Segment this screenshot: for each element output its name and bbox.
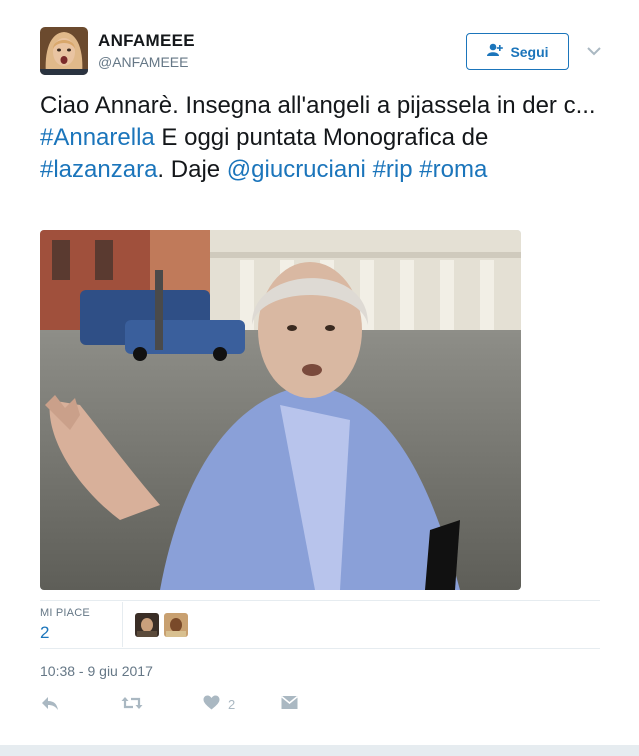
direct-message-button[interactable] xyxy=(280,694,299,714)
author-avatar[interactable] xyxy=(40,27,88,75)
likes-label: MI PIACE xyxy=(40,607,90,619)
heart-icon xyxy=(203,695,220,713)
stats-bottom-divider xyxy=(40,648,600,649)
author-handle[interactable]: @ANFAMEEE xyxy=(98,54,188,70)
tweet-link[interactable]: @giucruciani xyxy=(227,156,366,183)
tweet-text-segment: . Daje xyxy=(157,156,227,183)
tweet-text-segment xyxy=(366,156,373,183)
tweet-timestamp[interactable]: 10:38 - 9 giu 2017 xyxy=(40,663,153,679)
tweet-link[interactable]: #roma xyxy=(419,156,487,183)
chevron-down-icon[interactable] xyxy=(585,44,603,58)
tweet-text-segment: Ciao Annarè. Insegna all'angeli a pijass… xyxy=(40,92,596,119)
retweet-button[interactable] xyxy=(121,694,143,714)
follow-user-icon xyxy=(486,43,504,60)
stats-separator xyxy=(122,602,123,647)
tweet-link[interactable]: #Annarella xyxy=(40,124,155,151)
reply-icon xyxy=(41,695,59,714)
tweet-card: ANFAMEEE @ANFAMEEE Segui Ciao Annarè. In… xyxy=(0,0,639,745)
envelope-icon xyxy=(280,695,299,713)
author-name[interactable]: ANFAMEEE xyxy=(98,31,195,51)
tweet-link[interactable]: #lazanzara xyxy=(40,156,157,183)
tweet-text: Ciao Annarè. Insegna all'angeli a pijass… xyxy=(40,90,610,186)
follow-button-label: Segui xyxy=(510,43,549,60)
follow-button[interactable]: Segui xyxy=(466,33,569,70)
tweet-link[interactable]: #rip xyxy=(373,156,413,183)
liker-avatar[interactable] xyxy=(135,613,159,637)
like-count: 2 xyxy=(228,696,236,712)
stats-top-divider xyxy=(40,600,600,601)
reply-button[interactable] xyxy=(41,694,59,714)
tweet-text-segment: E oggi puntata Monografica de xyxy=(154,124,489,151)
like-button[interactable]: 2 xyxy=(203,694,235,714)
retweet-icon xyxy=(121,695,143,714)
liker-avatar[interactable] xyxy=(164,613,188,637)
tweet-photo[interactable] xyxy=(40,230,521,590)
likes-count[interactable]: 2 xyxy=(40,623,49,643)
